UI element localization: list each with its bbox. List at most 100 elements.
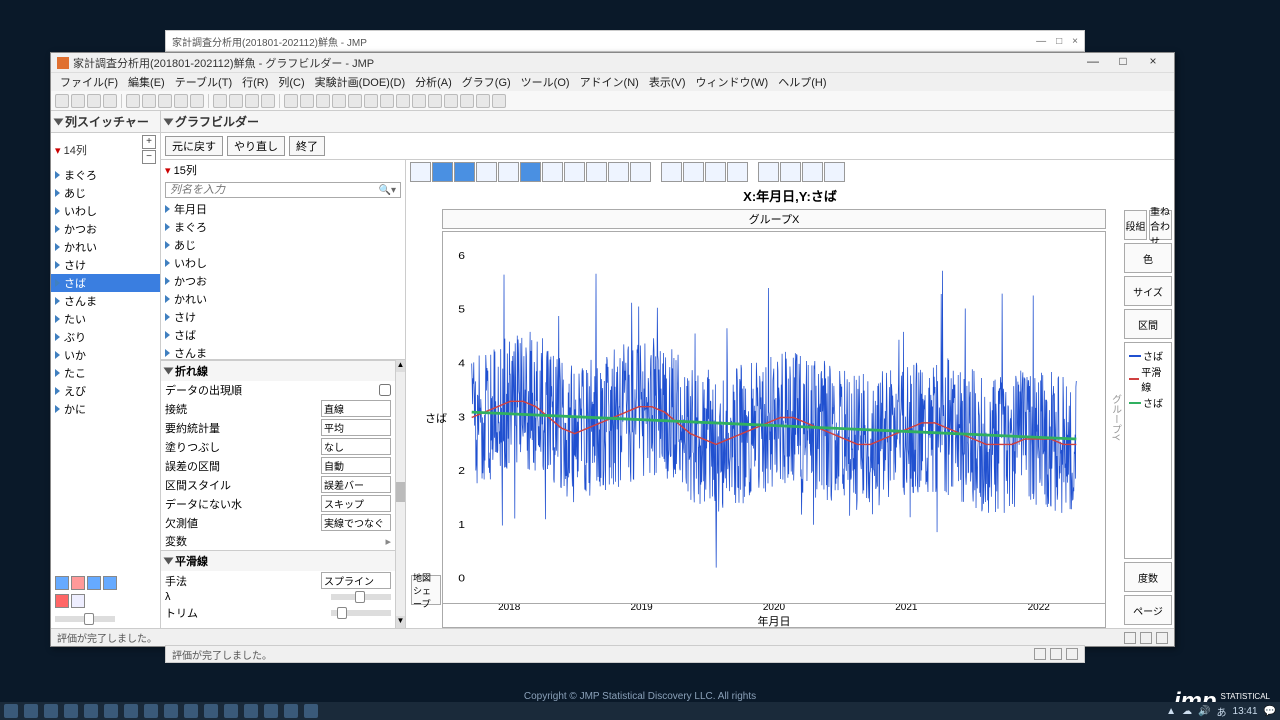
x-axis-zone[interactable]: 20182019202020212022 年月日 bbox=[442, 604, 1106, 628]
tb-icon[interactable] bbox=[174, 94, 188, 108]
search-icon[interactable] bbox=[24, 704, 38, 718]
step-icon[interactable] bbox=[103, 576, 117, 590]
variable-item[interactable]: まぐろ bbox=[161, 218, 405, 236]
task-icon[interactable] bbox=[184, 704, 198, 718]
task-icon[interactable] bbox=[304, 704, 318, 718]
plot-area[interactable]: さば 地図シェープ 0123456 bbox=[442, 231, 1106, 604]
colswitch-item[interactable]: さんま bbox=[51, 292, 160, 310]
play-back-icon[interactable] bbox=[55, 576, 69, 590]
connect-select[interactable]: 直線 bbox=[321, 400, 391, 417]
clock[interactable]: 13:41 bbox=[1233, 706, 1258, 717]
chart-type-formula-icon[interactable] bbox=[802, 162, 823, 182]
tb-icon[interactable] bbox=[396, 94, 410, 108]
colswitch-item[interactable]: ぶり bbox=[51, 328, 160, 346]
tb-icon[interactable] bbox=[316, 94, 330, 108]
chart-type-pie-icon[interactable] bbox=[683, 162, 704, 182]
order-checkbox[interactable] bbox=[379, 384, 391, 396]
maximize-button[interactable]: □ bbox=[1108, 54, 1138, 72]
variable-item[interactable]: かれい bbox=[161, 290, 405, 308]
variable-item[interactable]: いわし bbox=[161, 254, 405, 272]
lambda-slider[interactable] bbox=[331, 594, 391, 600]
settings-icon[interactable] bbox=[71, 594, 85, 608]
variable-item[interactable]: あじ bbox=[161, 236, 405, 254]
menu-table[interactable]: テーブル(T) bbox=[170, 74, 237, 90]
tb-icon[interactable] bbox=[71, 94, 85, 108]
chart-type-bar-icon[interactable] bbox=[542, 162, 563, 182]
menu-edit[interactable]: 編集(E) bbox=[123, 74, 170, 90]
task-icon[interactable] bbox=[84, 704, 98, 718]
column-search[interactable]: 🔍▾ bbox=[165, 182, 401, 198]
graphbuilder-header[interactable]: グラフビルダー bbox=[161, 111, 1174, 133]
close-button[interactable]: × bbox=[1138, 54, 1168, 72]
interval-zone[interactable]: 区間 bbox=[1124, 309, 1172, 339]
variable-item[interactable]: さんま bbox=[161, 344, 405, 360]
page-zone[interactable]: ページ bbox=[1124, 595, 1172, 625]
menu-doe[interactable]: 実験計画(DOE)(D) bbox=[310, 74, 410, 90]
speed-slider[interactable] bbox=[55, 616, 115, 622]
variable-item[interactable]: さけ bbox=[161, 308, 405, 326]
tb-icon[interactable] bbox=[412, 94, 426, 108]
tb-icon[interactable] bbox=[460, 94, 474, 108]
tb-icon[interactable] bbox=[103, 94, 117, 108]
redo-button[interactable]: やり直し bbox=[227, 136, 285, 156]
task-icon[interactable] bbox=[64, 704, 78, 718]
colswitch-header[interactable]: 列スイッチャー bbox=[51, 111, 160, 133]
props-scrollbar[interactable]: ▲ ▼ bbox=[395, 360, 405, 628]
variable-item[interactable]: 年月日 bbox=[161, 200, 405, 218]
colswitch-item[interactable]: えび bbox=[51, 382, 160, 400]
start-icon[interactable] bbox=[4, 704, 18, 718]
tb-icon[interactable] bbox=[428, 94, 442, 108]
menu-file[interactable]: ファイル(F) bbox=[55, 74, 123, 90]
status-icon[interactable] bbox=[1156, 632, 1168, 644]
chart-type-hist-icon[interactable] bbox=[608, 162, 629, 182]
status-icon[interactable] bbox=[1124, 632, 1136, 644]
color-zone[interactable]: 色 bbox=[1124, 243, 1172, 273]
smooth-section-header[interactable]: 平滑線 bbox=[161, 551, 395, 571]
chart-type-parallel-icon[interactable] bbox=[727, 162, 748, 182]
colswitch-item[interactable]: たこ bbox=[51, 364, 160, 382]
map-shape-zone[interactable]: 地図シェープ bbox=[411, 575, 441, 605]
wrap-zone[interactable]: 段組 bbox=[1124, 210, 1147, 240]
colswitch-item[interactable]: いわし bbox=[51, 202, 160, 220]
record-icon[interactable] bbox=[55, 594, 69, 608]
variable-item[interactable]: かつお bbox=[161, 272, 405, 290]
chart-type-map-icon[interactable] bbox=[758, 162, 779, 182]
task-icon[interactable] bbox=[124, 704, 138, 718]
chart-type-smooth-icon[interactable] bbox=[432, 162, 453, 182]
tb-icon[interactable] bbox=[300, 94, 314, 108]
line-section-header[interactable]: 折れ線 bbox=[161, 361, 395, 381]
tray-icon[interactable]: 🔊 bbox=[1198, 706, 1210, 717]
menu-graph[interactable]: グラフ(G) bbox=[457, 74, 516, 90]
tb-icon[interactable] bbox=[348, 94, 362, 108]
search-input[interactable] bbox=[170, 184, 379, 196]
size-zone[interactable]: サイズ bbox=[1124, 276, 1172, 306]
remove-column-button[interactable]: − bbox=[142, 150, 156, 164]
chart-type-area-icon[interactable] bbox=[564, 162, 585, 182]
menu-view[interactable]: 表示(V) bbox=[644, 74, 691, 90]
tb-icon[interactable] bbox=[364, 94, 378, 108]
search-icon[interactable]: 🔍▾ bbox=[379, 185, 396, 196]
task-icon[interactable] bbox=[284, 704, 298, 718]
bg-close-icon[interactable]: × bbox=[1072, 36, 1078, 47]
chart-type-heat-icon[interactable] bbox=[630, 162, 651, 182]
colswitch-item[interactable]: まぐろ bbox=[51, 166, 160, 184]
colswitch-item[interactable]: かつお bbox=[51, 220, 160, 238]
colswitch-item[interactable]: さけ bbox=[51, 256, 160, 274]
stat-select[interactable]: 平均 bbox=[321, 419, 391, 436]
colswitch-item[interactable]: あじ bbox=[51, 184, 160, 202]
menu-col[interactable]: 列(C) bbox=[273, 74, 309, 90]
tb-icon[interactable] bbox=[142, 94, 156, 108]
chart-type-line-icon[interactable] bbox=[454, 162, 475, 182]
tray-icon[interactable]: ▲ bbox=[1166, 706, 1176, 717]
errint-select[interactable]: 自動 bbox=[321, 457, 391, 474]
colswitch-item[interactable]: たい bbox=[51, 310, 160, 328]
tb-icon[interactable] bbox=[380, 94, 394, 108]
menu-window[interactable]: ウィンドウ(W) bbox=[691, 74, 774, 90]
missing-select[interactable]: スキップ bbox=[321, 495, 391, 512]
chart-type-mosaic-icon[interactable] bbox=[661, 162, 682, 182]
menu-help[interactable]: ヘルプ(H) bbox=[773, 74, 831, 90]
chart-type-line2-icon[interactable] bbox=[520, 162, 541, 182]
chart-type-points-icon[interactable] bbox=[410, 162, 431, 182]
chart-type-box-icon[interactable] bbox=[586, 162, 607, 182]
tb-icon[interactable] bbox=[158, 94, 172, 108]
